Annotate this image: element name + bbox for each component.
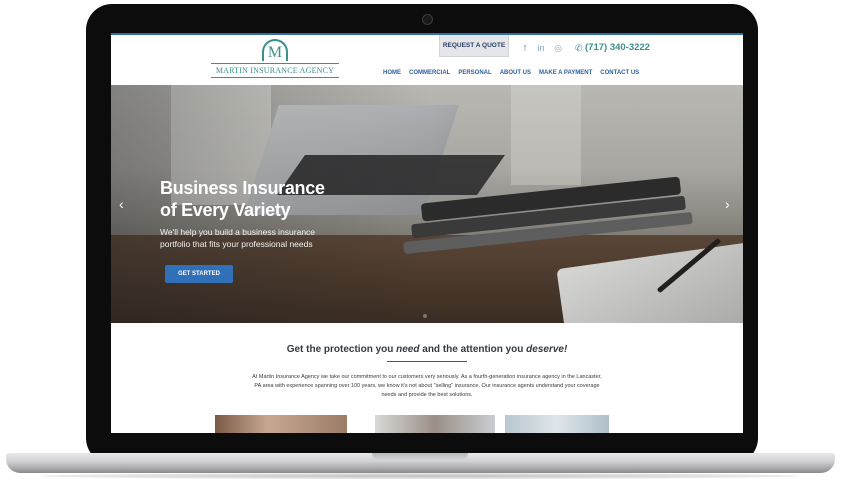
tagline-emphasis: need bbox=[396, 344, 420, 355]
phone-icon: ✆ bbox=[575, 43, 583, 53]
screen: M MARTIN INSURANCE AGENCY REQUEST A QUOT… bbox=[111, 33, 743, 433]
logo[interactable]: M MARTIN INSURANCE AGENCY bbox=[211, 39, 339, 79]
logo-text: MARTIN INSURANCE AGENCY bbox=[215, 66, 335, 75]
tagline-text: and the attention you bbox=[419, 344, 527, 355]
logo-rule bbox=[211, 63, 339, 64]
intro-line: needs and provide the best solutions. bbox=[381, 392, 473, 398]
chevron-left-icon[interactable]: ‹ bbox=[119, 196, 124, 212]
feature-image[interactable] bbox=[375, 415, 495, 433]
request-quote-button[interactable]: REQUEST A QUOTE bbox=[439, 35, 509, 57]
hero-title-line: Business Insurance bbox=[160, 178, 325, 198]
laptop-shadow bbox=[40, 473, 800, 479]
phone-number[interactable]: (717) 340-3222 bbox=[585, 42, 650, 54]
laptop-notch bbox=[372, 453, 468, 461]
main-nav: HOME COMMERCIAL PERSONAL ABOUT US MAKE A… bbox=[383, 70, 639, 76]
intro-paragraph: At Martin Insurance Agency we take our c… bbox=[207, 373, 647, 400]
slider-dot[interactable] bbox=[431, 314, 435, 318]
feature-image[interactable] bbox=[505, 415, 609, 433]
hero-subtitle-line: portfolio that fits your professional ne… bbox=[160, 239, 313, 249]
intro-line: At Martin Insurance Agency we take our c… bbox=[252, 374, 602, 380]
slider-dot[interactable] bbox=[415, 314, 419, 318]
instagram-icon[interactable]: ◎ bbox=[552, 42, 564, 54]
facebook-icon[interactable]: f bbox=[519, 42, 531, 54]
nav-home[interactable]: HOME bbox=[383, 70, 401, 76]
slider-dot[interactable] bbox=[423, 314, 427, 318]
chevron-right-icon[interactable]: › bbox=[725, 196, 730, 212]
linkedin-icon[interactable]: in bbox=[535, 42, 547, 54]
hero-subtitle-line: We'll help you build a business insuranc… bbox=[160, 227, 316, 237]
nav-commercial[interactable]: COMMERCIAL bbox=[409, 70, 450, 76]
feature-image[interactable] bbox=[215, 415, 347, 433]
slider-dot[interactable] bbox=[407, 314, 411, 318]
top-accent-bar bbox=[111, 33, 743, 35]
get-started-button[interactable]: GET STARTED bbox=[165, 265, 233, 283]
tagline: Get the protection you need and the atte… bbox=[111, 344, 743, 355]
nav-personal[interactable]: PERSONAL bbox=[458, 70, 491, 76]
hero-window bbox=[511, 85, 581, 185]
hero-slider: Business Insurance of Every Variety We'l… bbox=[111, 85, 743, 323]
nav-about-us[interactable]: ABOUT US bbox=[500, 70, 531, 76]
hero-title: Business Insurance of Every Variety bbox=[160, 177, 380, 221]
nav-make-a-payment[interactable]: MAKE A PAYMENT bbox=[539, 70, 592, 76]
hero-title-line: of Every Variety bbox=[160, 200, 291, 220]
logo-rule-bottom bbox=[211, 77, 339, 78]
slider-dots bbox=[407, 314, 435, 318]
tagline-text: Get the protection you bbox=[286, 344, 397, 355]
tagline-emphasis: deserve! bbox=[526, 344, 568, 355]
tagline-divider bbox=[387, 361, 467, 362]
camera-icon bbox=[422, 14, 433, 25]
nav-contact-us[interactable]: CONTACT US bbox=[600, 70, 639, 76]
intro-line: PA area with experience spanning over 10… bbox=[254, 383, 600, 389]
hero-subtitle: We'll help you build a business insuranc… bbox=[160, 226, 360, 250]
logo-mark: M bbox=[262, 39, 288, 61]
